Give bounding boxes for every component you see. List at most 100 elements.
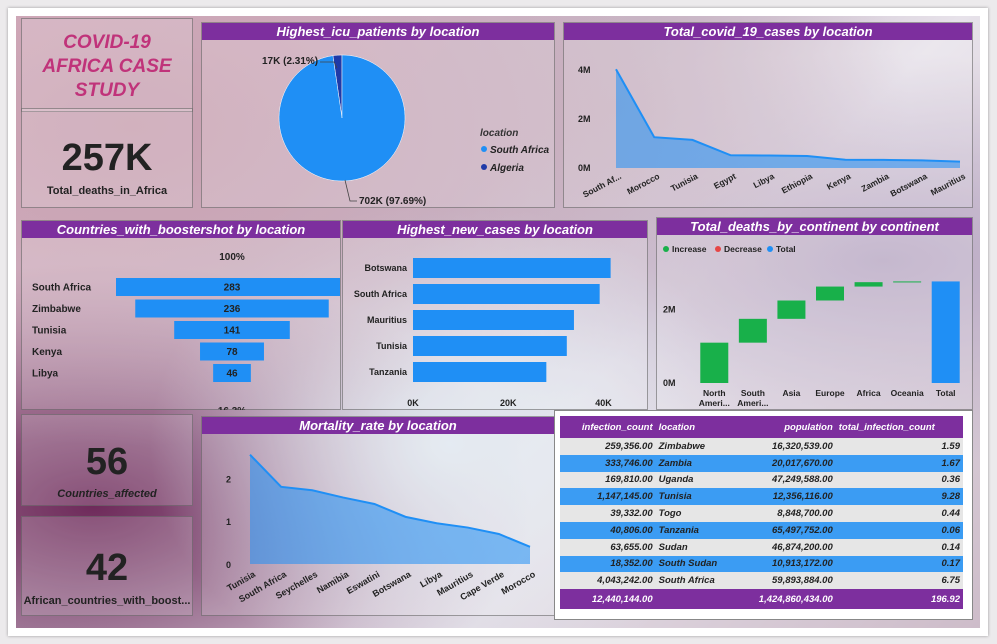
x-tick-label: Tunisia xyxy=(669,171,700,194)
table-row[interactable]: 1,147,145.00 Tunisia 12,356,116.00 9.28 xyxy=(560,488,963,506)
table-cell: 47,249,588.00 xyxy=(772,474,833,486)
kpi-label: Total_deaths_in_Africa xyxy=(46,185,168,197)
funnel-value-label: 78 xyxy=(226,347,238,358)
mortality-card[interactable]: Mortality_rate by location 2 1 0 Tunisia Sou… xyxy=(201,416,555,616)
series-area xyxy=(616,69,960,168)
continent-waterfall-card[interactable]: Total_deaths_by_continent by continent I… xyxy=(656,217,973,410)
x-tick-label: Egypt xyxy=(712,171,738,191)
y-category-label: Botswana xyxy=(364,263,408,273)
table-total-cell: 12,440,144.00 xyxy=(560,589,656,610)
bar xyxy=(413,284,600,304)
table-cell: 40,806.00 xyxy=(610,524,653,536)
table-cell: 1.67 xyxy=(941,457,961,469)
x-tick-label: Libya xyxy=(752,171,777,190)
y-tick-label: 2M xyxy=(663,305,676,315)
table-cell: 46,874,200.00 xyxy=(772,541,833,553)
waterfall-bar xyxy=(893,281,922,283)
legend-dot-icon xyxy=(715,246,721,252)
table-row[interactable]: 169,810.00 Uganda 47,249,588.00 0.36 xyxy=(560,471,963,489)
pie-legend-item: South Africa xyxy=(490,145,550,156)
kpi-label: Countries_affected xyxy=(57,488,157,500)
mortality-title: Mortality_rate by location xyxy=(202,417,554,434)
total-cases-title: Total_covid_19_cases by location xyxy=(564,23,972,40)
table-cell: 9.28 xyxy=(941,491,961,503)
icu-pie-chart: 17K (2.31%) 702K (97.69%) location South Af… xyxy=(262,54,550,207)
waterfall-bar xyxy=(738,318,767,343)
table-row[interactable]: 39,332.00 Togo 8,848,700.00 0.44 xyxy=(560,505,963,522)
funnel-bottom-percent: 16.3% xyxy=(218,406,246,410)
x-tick-label: 40K xyxy=(595,398,612,408)
table-cell: 259,356.00 xyxy=(605,440,653,452)
funnel-category-label: Zimbabwe xyxy=(32,304,81,315)
table-row[interactable]: 63,655.00 Sudan 46,874,200.00 0.14 xyxy=(560,538,963,556)
table-cell: South Sudan xyxy=(658,558,718,570)
y-tick-label: 0M xyxy=(578,163,591,173)
table-cell: 12,356,116.00 xyxy=(772,491,833,503)
x-tick-label: Oceania xyxy=(891,388,924,398)
icu-pie-card[interactable]: Highest_icu_patients by location 17K (2.… xyxy=(201,22,555,208)
total-cases-card[interactable]: Total_covid_19_cases by location 4M 2M 0M S… xyxy=(563,22,973,208)
table-cell: 333,746.00 xyxy=(605,457,653,469)
x-tick-label: Namibia xyxy=(315,569,351,596)
table-cell: 169,810.00 xyxy=(605,474,653,486)
x-tick-label: Europe xyxy=(815,388,845,398)
x-tick-label: Botswana xyxy=(889,171,929,199)
continent-waterfall-title: Total_deaths_by_continent by continent xyxy=(657,218,972,235)
table-row[interactable]: 18,352.00 South Sudan 10,913,172.00 0.17 xyxy=(560,555,963,573)
funnel-value-label: 46 xyxy=(226,369,238,380)
table-cell: Tunisia xyxy=(658,491,692,503)
funnel-value-label: 283 xyxy=(224,283,241,294)
table-total-row: 12,440,144.00 1,424,860,434.00 196.92 xyxy=(560,589,963,610)
x-tick-label: Ameri... xyxy=(699,398,730,408)
x-tick-label: Ethiopia xyxy=(780,171,815,196)
table-viewport[interactable]: infection_count location population total_i… xyxy=(560,416,963,614)
column-header[interactable]: location xyxy=(655,416,737,438)
legend-item: Increase xyxy=(672,244,707,254)
new-cases-card[interactable]: Highest_new_cases by location Botswana So… xyxy=(342,220,648,410)
x-tick-label: Total xyxy=(936,388,956,398)
funnel-category-label: Libya xyxy=(32,369,59,380)
booster-funnel-card[interactable]: Countries_with_boostershot by location 1… xyxy=(21,220,341,410)
table-cell: 39,332.00 xyxy=(610,508,653,520)
table-cell: 0.06 xyxy=(941,524,961,536)
x-tick-label: Mauritius xyxy=(929,171,967,198)
x-tick-label: Africa xyxy=(857,388,881,398)
table-cell: 1,147,145.00 xyxy=(597,491,653,503)
table-row[interactable]: 40,806.00 Tanzania 65,497,752.00 0.06 xyxy=(560,521,963,539)
new-cases-title: Highest_new_cases by location xyxy=(343,221,647,238)
funnel-category-label: Tunisia xyxy=(32,326,67,337)
column-header[interactable]: total_infection_count xyxy=(835,416,963,438)
column-header[interactable]: infection_count xyxy=(560,416,656,438)
bar xyxy=(413,336,567,356)
table-header-row: infection_count location population total_i… xyxy=(560,416,963,438)
y-tick-label: 2 xyxy=(226,474,231,484)
table-cell: 6.75 xyxy=(941,575,961,587)
table-cell: 0.14 xyxy=(941,541,961,553)
title-line-2: AFRICA CASE xyxy=(42,56,172,77)
pie-legend-item: Algeria xyxy=(489,163,524,174)
legend-item: Total xyxy=(776,244,796,254)
table-cell: 16,320,539.00 xyxy=(772,440,833,452)
table-cell: 18,352.00 xyxy=(610,558,653,570)
infection-table-card[interactable]: infection_count location population total_i… xyxy=(554,410,973,620)
y-category-label: Tanzania xyxy=(369,367,408,377)
table-row[interactable]: 259,356.00 Zimbabwe 16,320,539.00 1.59 xyxy=(560,438,963,455)
y-tick-label: 0 xyxy=(226,560,231,570)
new-cases-bar-chart: Botswana South Africa Mauritius Tunisia Tanz… xyxy=(354,258,612,408)
x-tick-label: Asia xyxy=(782,388,800,398)
column-header[interactable]: population xyxy=(736,416,836,438)
waterfall-bar xyxy=(816,286,844,301)
x-tick-label: 20K xyxy=(500,398,517,408)
x-tick-label: Zambia xyxy=(860,171,891,194)
table-row[interactable]: 4,043,242.00 South Africa 59,893,884.00 6.7… xyxy=(560,572,963,590)
table-row[interactable]: 333,746.00 Zambia 20,017,670.00 1.67 xyxy=(560,454,963,472)
table-cell: 1.59 xyxy=(941,440,961,452)
kpi-card-total-deaths: 257K Total_deaths_in_Africa xyxy=(21,108,193,208)
title-card: COVID-19 AFRICA CASE STUDY xyxy=(21,18,193,112)
legend-dot-icon xyxy=(481,146,487,152)
pie-slice-south-africa xyxy=(278,54,406,182)
booster-funnel-title: Countries_with_boostershot by location xyxy=(22,221,340,238)
table-cell: 65,497,752.00 xyxy=(772,524,833,536)
report-canvas: COVID-19 AFRICA CASE STUDY 257K Total_de… xyxy=(8,8,988,636)
table-cell: 0.17 xyxy=(941,558,961,570)
